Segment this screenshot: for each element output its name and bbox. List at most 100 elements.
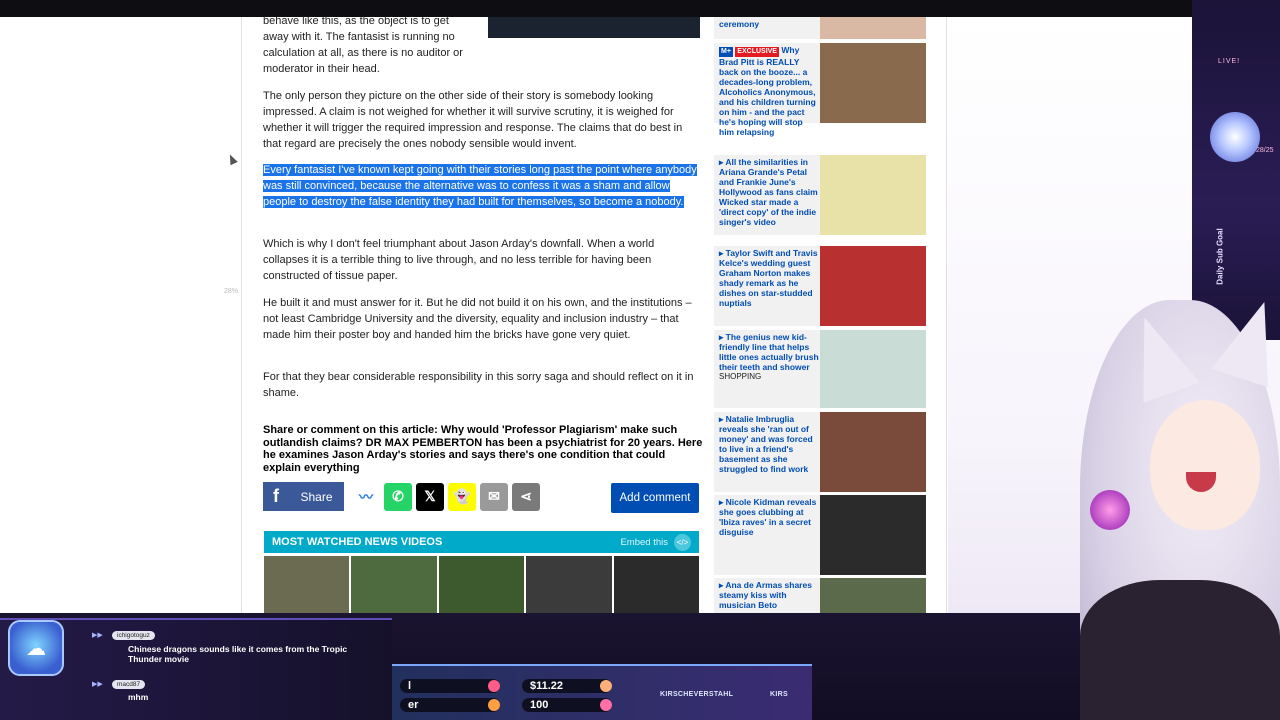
screen: behave like this, as the object is to ge… bbox=[0, 0, 1280, 720]
sidebar-story-text: Ana de Armas shares steamy kiss with mus… bbox=[719, 580, 812, 610]
arrow-icon: ▸ bbox=[719, 497, 726, 507]
share-bar: f Share 〰 ✆ 𝕏 👻 ✉ ⋖ bbox=[263, 482, 540, 511]
chat-message: mhm bbox=[128, 692, 149, 702]
sidebar-story[interactable]: ▸ All the similarities in Ariana Grande'… bbox=[714, 155, 926, 235]
chat-mascot-icon: ☁ bbox=[8, 620, 64, 676]
sidebar-story-headline[interactable]: ▸ Nicole Kidman reveals she goes clubbin… bbox=[719, 497, 819, 537]
sidebar-story-headline[interactable]: ceremony bbox=[719, 19, 819, 29]
sidebar-story-headline[interactable]: ▸ The genius new kid-friendly line that … bbox=[719, 332, 819, 382]
sidebar-story[interactable]: M+ EXCLUSIVE Why Brad Pitt is REALLY bac… bbox=[714, 43, 926, 137]
sidebar-story-text: Nicole Kidman reveals she goes clubbing … bbox=[719, 497, 817, 537]
sidebar-story-image[interactable] bbox=[820, 330, 926, 408]
sidebar-story-image[interactable] bbox=[820, 246, 926, 326]
video-thumbnail[interactable] bbox=[613, 556, 700, 613]
article-paragraph-highlighted[interactable]: Every fantasist I've known kept going wi… bbox=[263, 162, 703, 210]
sidebar-story-headline[interactable]: ▸ Taylor Swift and Travis Kelce's weddin… bbox=[719, 248, 819, 308]
video-thumbnail[interactable] bbox=[351, 556, 437, 613]
sidebar-story-image[interactable] bbox=[820, 578, 926, 613]
article-paragraph: The only person they picture on the othe… bbox=[263, 90, 683, 150]
chat-arrow-icon: ▶▶ bbox=[92, 681, 103, 688]
vtuber-body bbox=[1080, 580, 1280, 720]
column-divider bbox=[241, 17, 242, 617]
article-paragraph: For that they bear considerable responsi… bbox=[263, 371, 694, 399]
embed-label: Embed this bbox=[620, 536, 668, 548]
sidebar-story-text: The genius new kid-friendly line that he… bbox=[719, 332, 819, 372]
video-thumbnail[interactable] bbox=[526, 556, 612, 613]
sidebar-story[interactable]: ▸ Taylor Swift and Travis Kelce's weddin… bbox=[714, 246, 926, 326]
facebook-icon[interactable]: f bbox=[263, 482, 289, 511]
chat-username: macd87 bbox=[112, 680, 146, 689]
ticker-username: KIRS bbox=[770, 691, 788, 698]
sidebar-story[interactable]: ▸ Ana de Armas shares steamy kiss with m… bbox=[714, 578, 926, 613]
gem-icon bbox=[488, 699, 500, 711]
share-comment-title: Share or comment on this article: Why wo… bbox=[263, 424, 703, 474]
sidebar-story-headline[interactable]: ▸ All the similarities in Ariana Grande'… bbox=[719, 157, 819, 227]
x-icon[interactable]: 𝕏 bbox=[416, 482, 444, 511]
article-paragraph: He built it and must answer for it. But … bbox=[263, 297, 692, 341]
mplus-badge: M+ bbox=[719, 47, 733, 57]
sidebar-story-image[interactable] bbox=[820, 43, 926, 123]
sidebar-story-headline[interactable]: ▸ Natalie Imbruglia reveals she 'ran out… bbox=[719, 414, 819, 474]
heart-icon bbox=[488, 680, 500, 692]
video-thumbnail[interactable] bbox=[438, 556, 525, 613]
arrow-icon: ▸ bbox=[719, 414, 726, 424]
bits-amount: 100 bbox=[522, 698, 612, 712]
arrow-icon: ▸ bbox=[719, 332, 726, 342]
top-bar bbox=[0, 0, 1280, 17]
article-image bbox=[488, 17, 700, 38]
article-paragraph: Which is why I don't feel triumphant abo… bbox=[263, 238, 655, 282]
whatsapp-icon[interactable]: ✆ bbox=[384, 482, 412, 511]
sidebar-story-image[interactable] bbox=[820, 412, 926, 492]
share-icons: 〰 ✆ 𝕏 👻 ✉ ⋖ bbox=[352, 482, 540, 511]
article-paragraph: behave like this, as the object is to ge… bbox=[263, 15, 463, 75]
sidebar-story[interactable]: ▸ Natalie Imbruglia reveals she 'ran out… bbox=[714, 412, 926, 492]
most-watched-title: MOST WATCHED NEWS VIDEOS bbox=[272, 536, 443, 548]
live-label: LIVE! bbox=[1218, 58, 1241, 65]
goal-label: Daily Sub Goal bbox=[1215, 228, 1225, 285]
add-comment-button[interactable]: Add comment bbox=[611, 483, 699, 513]
goal-count: 28/25 bbox=[1256, 147, 1274, 154]
shopping-tag: SHOPPING bbox=[719, 372, 762, 381]
ticker-pill: l bbox=[400, 679, 500, 693]
column-divider bbox=[946, 17, 947, 617]
chat-arrow-icon: ▶▶ bbox=[92, 632, 103, 639]
sidebar-story[interactable]: ▸ Nicole Kidman reveals she goes clubbin… bbox=[714, 495, 926, 575]
bits-icon bbox=[600, 699, 612, 711]
ticker-pill: er bbox=[400, 698, 500, 712]
arrow-icon: ▸ bbox=[719, 248, 726, 258]
sidebar-story-image[interactable] bbox=[820, 495, 926, 575]
sidebar-story-text: Taylor Swift and Travis Kelce's wedding … bbox=[719, 248, 818, 308]
goal-orb-icon bbox=[1210, 112, 1260, 162]
sidebar-story[interactable]: ceremony bbox=[714, 17, 926, 39]
embed-code-icon: </> bbox=[674, 533, 691, 551]
exclusive-badge: EXCLUSIVE bbox=[735, 47, 779, 57]
video-thumbnails bbox=[264, 556, 700, 613]
sidebar-story-text: All the similarities in Ariana Grande's … bbox=[719, 157, 818, 227]
most-watched-header: MOST WATCHED NEWS VIDEOS Embed this </> bbox=[264, 531, 699, 553]
sidebar-story-headline[interactable]: ▸ Ana de Armas shares steamy kiss with m… bbox=[719, 580, 819, 610]
messenger-icon[interactable]: 〰 bbox=[352, 482, 380, 511]
video-thumbnail[interactable] bbox=[264, 556, 350, 613]
chat-username: ichigotoguz bbox=[112, 631, 155, 640]
email-icon[interactable]: ✉ bbox=[480, 482, 508, 511]
flower-icon bbox=[1090, 490, 1130, 530]
margin-mark: 28% bbox=[224, 288, 239, 295]
mouse-cursor bbox=[226, 152, 238, 166]
embed-link[interactable]: Embed this </> bbox=[620, 533, 691, 551]
snapchat-icon[interactable]: 👻 bbox=[448, 482, 476, 511]
chat-message: Chinese dragons sounds like it comes fro… bbox=[128, 644, 348, 664]
sidebar-story-headline[interactable]: M+ EXCLUSIVE Why Brad Pitt is REALLY bac… bbox=[719, 45, 819, 137]
ticker-username: KIRSCHEVERSTAHL bbox=[660, 691, 734, 698]
sidebar-story-image[interactable] bbox=[820, 155, 926, 235]
selected-text[interactable]: Every fantasist I've known kept going wi… bbox=[263, 164, 697, 208]
sidebar-story[interactable]: ▸ The genius new kid-friendly line that … bbox=[714, 330, 926, 408]
sidebar-story-text: Natalie Imbruglia reveals she 'ran out o… bbox=[719, 414, 813, 474]
share-network-icon[interactable]: ⋖ bbox=[512, 482, 540, 511]
sidebar-story-image[interactable] bbox=[820, 17, 926, 39]
coin-icon bbox=[600, 680, 612, 692]
overlay-goal-column bbox=[1192, 0, 1280, 340]
donation-amount: $11.22 bbox=[522, 679, 612, 693]
sidebar-story-text: ceremony bbox=[719, 19, 760, 29]
sidebar-story-text: Why Brad Pitt is REALLY back on the booz… bbox=[719, 45, 816, 137]
facebook-share-button[interactable]: Share bbox=[289, 482, 344, 511]
